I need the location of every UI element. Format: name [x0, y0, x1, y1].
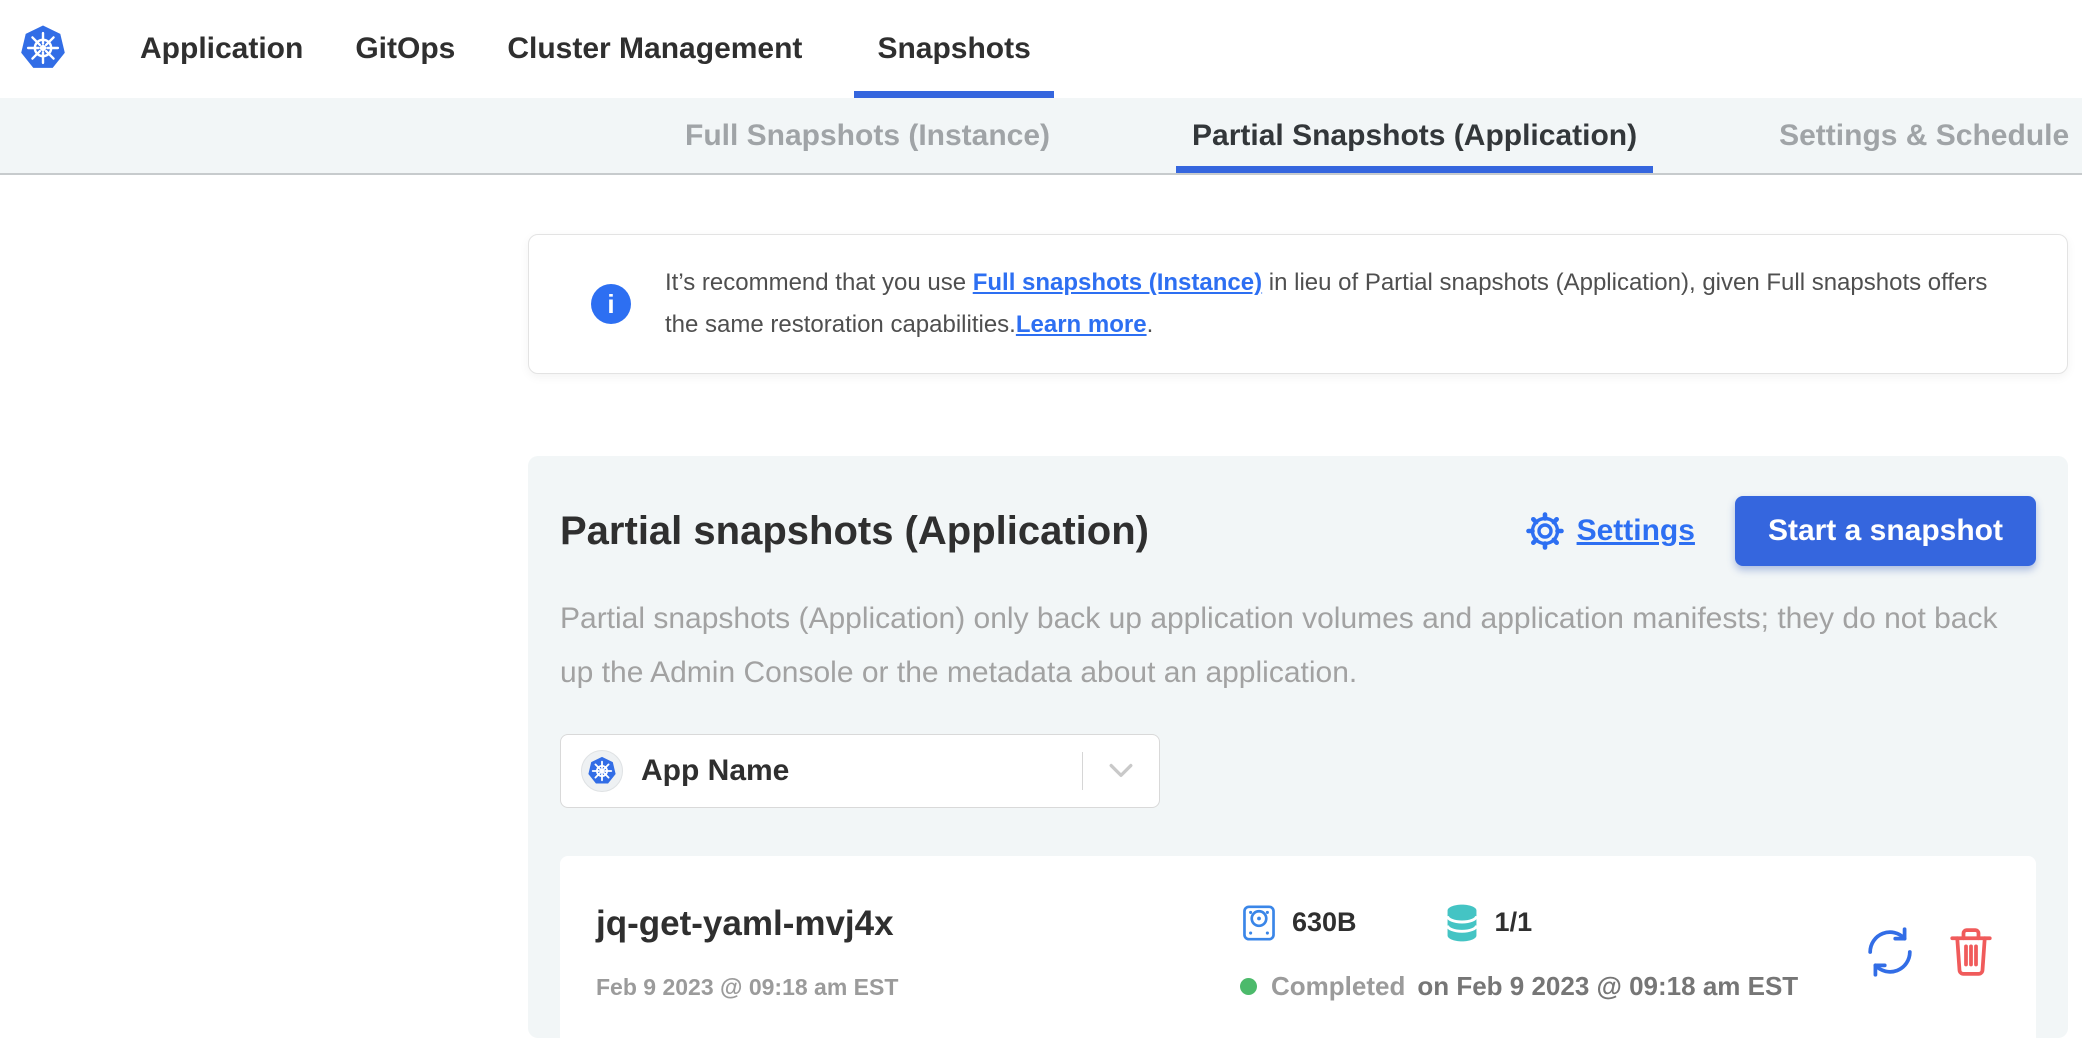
callout-text-end: . — [1147, 311, 1154, 338]
snapshot-metrics: 630B 1/1 — [1240, 903, 1862, 943]
tab-settings-schedule[interactable]: Settings & Schedule — [1763, 98, 2082, 173]
snapshot-started-at: Feb 9 2023 @ 09:18 am EST — [596, 974, 1240, 1001]
callout-text: It’s recommend that you use Full snapsho… — [665, 262, 2023, 346]
tab-partial-snapshots[interactable]: Partial Snapshots (Application) — [1176, 98, 1653, 173]
database-icon — [1443, 903, 1481, 943]
snapshots-tabbar: Full Snapshots (Instance) Partial Snapsh… — [0, 98, 2082, 175]
learn-more-link[interactable]: Learn more — [1016, 311, 1147, 338]
disk-icon — [1240, 904, 1278, 942]
nav-item-gitops[interactable]: GitOps — [355, 0, 455, 98]
info-icon: i — [591, 284, 631, 324]
start-snapshot-button[interactable]: Start a snapshot — [1735, 496, 2036, 566]
snapshot-status: Completed — [1271, 971, 1405, 1002]
gear-icon — [1525, 511, 1565, 551]
chevron-down-icon[interactable] — [1083, 763, 1159, 779]
snapshot-name: jq-get-yaml-mvj4x — [596, 904, 1240, 944]
tab-full-snapshots[interactable]: Full Snapshots (Instance) — [669, 98, 1066, 173]
snapshot-row: jq-get-yaml-mvj4x Feb 9 2023 @ 09:18 am … — [560, 856, 2036, 1048]
nav-item-snapshots[interactable]: Snapshots — [854, 0, 1053, 98]
snapshots-page: Application GitOps Cluster Management Sn… — [0, 0, 2082, 1056]
snapshot-volumes-metric: 1/1 — [1443, 903, 1533, 943]
nav-item-cluster-management[interactable]: Cluster Management — [507, 0, 802, 98]
snapshot-actions — [1862, 924, 1994, 980]
snapshot-finished-at: on Feb 9 2023 @ 09:18 am EST — [1417, 971, 1798, 1002]
nav-item-application[interactable]: Application — [140, 0, 303, 98]
kubernetes-logo-icon — [19, 24, 67, 72]
snapshots-tabs: Full Snapshots (Instance) Partial Snapsh… — [669, 98, 2082, 173]
snapshot-volumes: 1/1 — [1495, 907, 1533, 938]
snapshot-details: 630B 1/1 — [1240, 903, 1862, 1002]
callout-text-start: It’s recommend that you use — [665, 269, 973, 296]
panel-title: Partial snapshots (Application) — [560, 509, 1149, 554]
app-name-select[interactable]: App Name — [560, 734, 1160, 808]
status-dot-icon — [1240, 978, 1257, 995]
snapshot-status-row: Completed on Feb 9 2023 @ 09:18 am EST — [1240, 971, 1862, 1002]
top-nav: Application GitOps Cluster Management Sn… — [0, 0, 2082, 98]
main-nav: Application GitOps Cluster Management Sn… — [140, 0, 1054, 98]
trash-icon — [1948, 927, 1994, 977]
panel-actions: Settings Start a snapshot — [1525, 496, 2036, 566]
app-kubernetes-icon — [581, 750, 623, 792]
snapshot-settings-link[interactable]: Settings — [1525, 511, 1695, 551]
recommendation-callout: i It’s recommend that you use Full snaps… — [528, 234, 2068, 374]
restore-snapshot-button[interactable] — [1862, 924, 1918, 980]
restore-icon — [1862, 924, 1918, 980]
settings-label: Settings — [1577, 514, 1695, 548]
snapshot-size-metric: 630B — [1240, 904, 1357, 942]
delete-snapshot-button[interactable] — [1948, 927, 1994, 977]
snapshot-main: jq-get-yaml-mvj4x Feb 9 2023 @ 09:18 am … — [596, 904, 1240, 1001]
full-snapshots-link[interactable]: Full snapshots (Instance) — [973, 269, 1262, 296]
snapshot-size: 630B — [1292, 907, 1357, 938]
partial-snapshots-panel: Partial snapshots (Application) — [528, 456, 2068, 1038]
panel-description: Partial snapshots (Application) only bac… — [560, 592, 2036, 700]
panel-header: Partial snapshots (Application) — [560, 496, 2036, 566]
app-select-value: App Name — [641, 754, 789, 788]
